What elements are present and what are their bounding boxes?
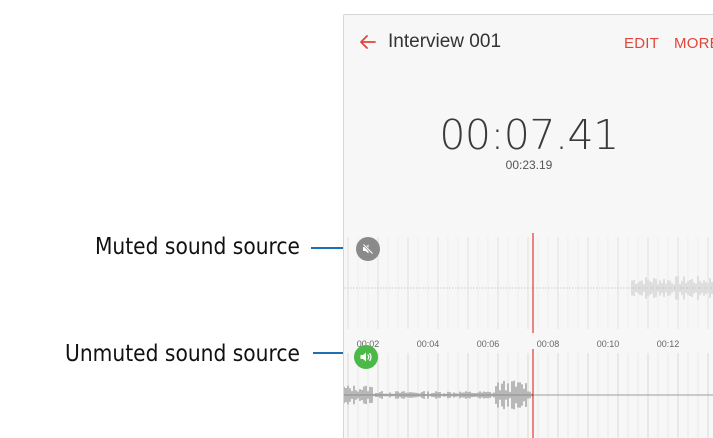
time-gridlines: [347, 237, 709, 438]
speaker-muted-glyph: [362, 243, 374, 255]
total-duration: 00:23.19: [505, 158, 553, 172]
unmuted-sound-source-label: Unmuted sound source: [65, 341, 300, 367]
muted-track-waveform: [631, 276, 713, 300]
timeline-tick-label: 00:10: [597, 339, 620, 349]
speaker-muted-icon[interactable]: [356, 237, 380, 261]
voice-recorder-screen: Interview 001 EDIT MORE 00:07.41 00:23.1…: [343, 14, 713, 438]
timeline-tick-label: 00:08: [537, 339, 560, 349]
waveform-area[interactable]: 00:02 00:04 00:06 00:08 00:10 00:12: [344, 225, 713, 438]
recording-title: Interview 001: [388, 31, 502, 52]
timeline-tick-label: 00:12: [657, 339, 680, 349]
speaker-icon[interactable]: [354, 345, 378, 369]
app-bar: Interview 001 EDIT MORE: [344, 15, 713, 70]
timeline-tick-labels: 00:02 00:04 00:06 00:08 00:10 00:12: [357, 339, 680, 349]
muted-sound-source-label: Muted sound source: [94, 234, 300, 260]
more-button[interactable]: MORE: [674, 35, 713, 52]
timeline-tick-label: 00:06: [477, 339, 500, 349]
elapsed-time: 00:07.41: [439, 111, 619, 159]
edit-button[interactable]: EDIT: [624, 35, 659, 52]
speaker-glyph: [360, 352, 372, 362]
arrow-left-icon[interactable]: [358, 32, 378, 52]
timeline-tick-label: 00:04: [417, 339, 440, 349]
